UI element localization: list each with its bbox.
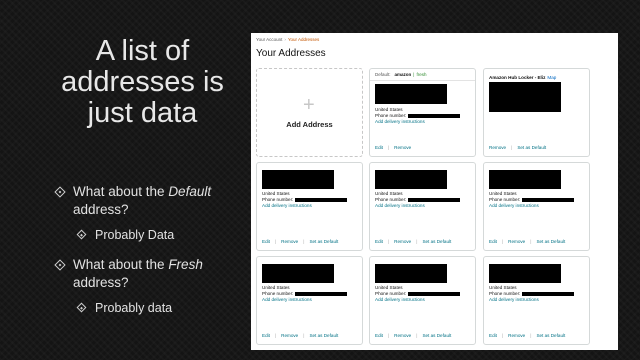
address-card: United States Phone number: Add delivery…	[369, 256, 476, 345]
address-card: United States Phone number: Add delivery…	[483, 256, 590, 345]
diamond-bullet-icon	[54, 186, 66, 198]
redacted-phone	[522, 197, 575, 202]
plus-icon: +	[303, 94, 315, 116]
slide-title-line: A list of	[95, 35, 190, 67]
remove-link[interactable]: Remove	[394, 145, 411, 150]
remove-link[interactable]: Remove	[508, 333, 525, 338]
bullet-list: What about the Default address? Probably…	[54, 183, 246, 329]
edit-link[interactable]: Edit	[489, 239, 497, 244]
redacted-phone	[408, 197, 461, 202]
edit-link[interactable]: Edit	[375, 239, 383, 244]
breadcrumb-your-account[interactable]: Your Account	[256, 37, 282, 42]
card-actions: Edit | Remove | Set as Default	[262, 239, 339, 244]
bullet-fresh: What about the Fresh address?	[54, 256, 246, 292]
bullet-default: What about the Default address?	[54, 183, 246, 219]
diamond-bullet-icon	[76, 229, 87, 240]
diamond-bullet-icon	[54, 259, 66, 271]
card-actions: Edit | Remove	[375, 145, 412, 150]
slide-title-line: addresses is	[61, 66, 224, 98]
locker-name: Amazon Hub Locker - Eliz	[489, 75, 546, 80]
redacted-phone	[295, 197, 348, 202]
set-as-default-link[interactable]: Set as Default	[536, 239, 565, 244]
add-delivery-instructions-link[interactable]: Add delivery instructions	[375, 119, 425, 124]
set-as-default-link[interactable]: Set as Default	[309, 239, 338, 244]
redacted-address	[489, 82, 561, 112]
breadcrumb: Your Account › Your Addresses	[256, 37, 320, 42]
amazon-logo: amazon	[394, 72, 412, 77]
redacted-phone	[522, 291, 575, 296]
redacted-name	[489, 170, 561, 189]
card-actions: Edit | Remove | Set as Default	[489, 239, 566, 244]
card-actions: Edit | Remove | Set as Default	[375, 239, 452, 244]
remove-link[interactable]: Remove	[508, 239, 525, 244]
address-card: United States Phone number: Add delivery…	[483, 162, 590, 251]
add-delivery-instructions-link[interactable]: Add delivery instructions	[262, 203, 312, 208]
add-delivery-instructions-link[interactable]: Add delivery instructions	[489, 203, 539, 208]
edit-link[interactable]: Edit	[262, 239, 270, 244]
default-address-card: Default: amazon | fresh United States Phone…	[369, 68, 476, 157]
add-delivery-instructions-link[interactable]: Add delivery instructions	[375, 297, 425, 302]
slide-title-line: just data	[87, 97, 198, 129]
remove-link[interactable]: Remove	[489, 145, 506, 150]
set-as-default-link[interactable]: Set as Default	[536, 333, 565, 338]
remove-link[interactable]: Remove	[394, 333, 411, 338]
set-as-default-link[interactable]: Set as Default	[517, 145, 546, 150]
locker-address-card: Amazon Hub Locker - Eliz Map Remove | Set a…	[483, 68, 590, 157]
redacted-name	[375, 170, 447, 189]
edit-link[interactable]: Edit	[375, 145, 383, 150]
redacted-phone	[408, 291, 461, 296]
set-as-default-link[interactable]: Set as Default	[422, 239, 451, 244]
add-delivery-instructions-link[interactable]: Add delivery instructions	[262, 297, 312, 302]
add-delivery-instructions-link[interactable]: Add delivery instructions	[375, 203, 425, 208]
edit-link[interactable]: Edit	[262, 333, 270, 338]
diamond-bullet-icon	[76, 302, 87, 313]
sub-bullet-fresh: Probably data	[76, 299, 246, 317]
card-actions: Edit | Remove | Set as Default	[489, 333, 566, 338]
breadcrumb-current: Your Addresses	[287, 37, 320, 42]
add-address-card[interactable]: + Add Address	[256, 68, 363, 157]
edit-link[interactable]: Edit	[489, 333, 497, 338]
redacted-phone	[408, 113, 461, 118]
add-delivery-instructions-link[interactable]: Add delivery instructions	[489, 297, 539, 302]
fresh-badge: fresh	[416, 72, 427, 77]
edit-link[interactable]: Edit	[375, 333, 383, 338]
address-card: United States Phone number: Add delivery…	[369, 162, 476, 251]
sub-bullet-default: Probably Data	[76, 226, 246, 244]
addresses-screenshot: Your Account › Your Addresses Your Address…	[251, 33, 618, 350]
redacted-name	[375, 264, 447, 283]
card-actions: Edit | Remove | Set as Default	[262, 333, 339, 338]
redacted-phone	[295, 291, 348, 296]
address-card: United States Phone number: Add delivery…	[256, 256, 363, 345]
redacted-name	[375, 84, 447, 104]
slide-title: A list of addresses is just data	[40, 36, 245, 129]
redacted-name	[262, 264, 334, 283]
card-actions: Remove | Set as Default	[489, 145, 547, 150]
remove-link[interactable]: Remove	[281, 239, 298, 244]
redacted-name	[489, 264, 561, 283]
remove-link[interactable]: Remove	[394, 239, 411, 244]
card-actions: Edit | Remove | Set as Default	[375, 333, 452, 338]
redacted-name	[262, 170, 334, 189]
map-link[interactable]: Map	[547, 75, 556, 80]
set-as-default-link[interactable]: Set as Default	[422, 333, 451, 338]
remove-link[interactable]: Remove	[281, 333, 298, 338]
default-badge-bar: Default: amazon | fresh	[370, 69, 475, 81]
set-as-default-link[interactable]: Set as Default	[309, 333, 338, 338]
address-card: United States Phone number: Add delivery…	[256, 162, 363, 251]
add-address-label: Add Address	[286, 120, 333, 129]
page-title: Your Addresses	[256, 48, 326, 59]
